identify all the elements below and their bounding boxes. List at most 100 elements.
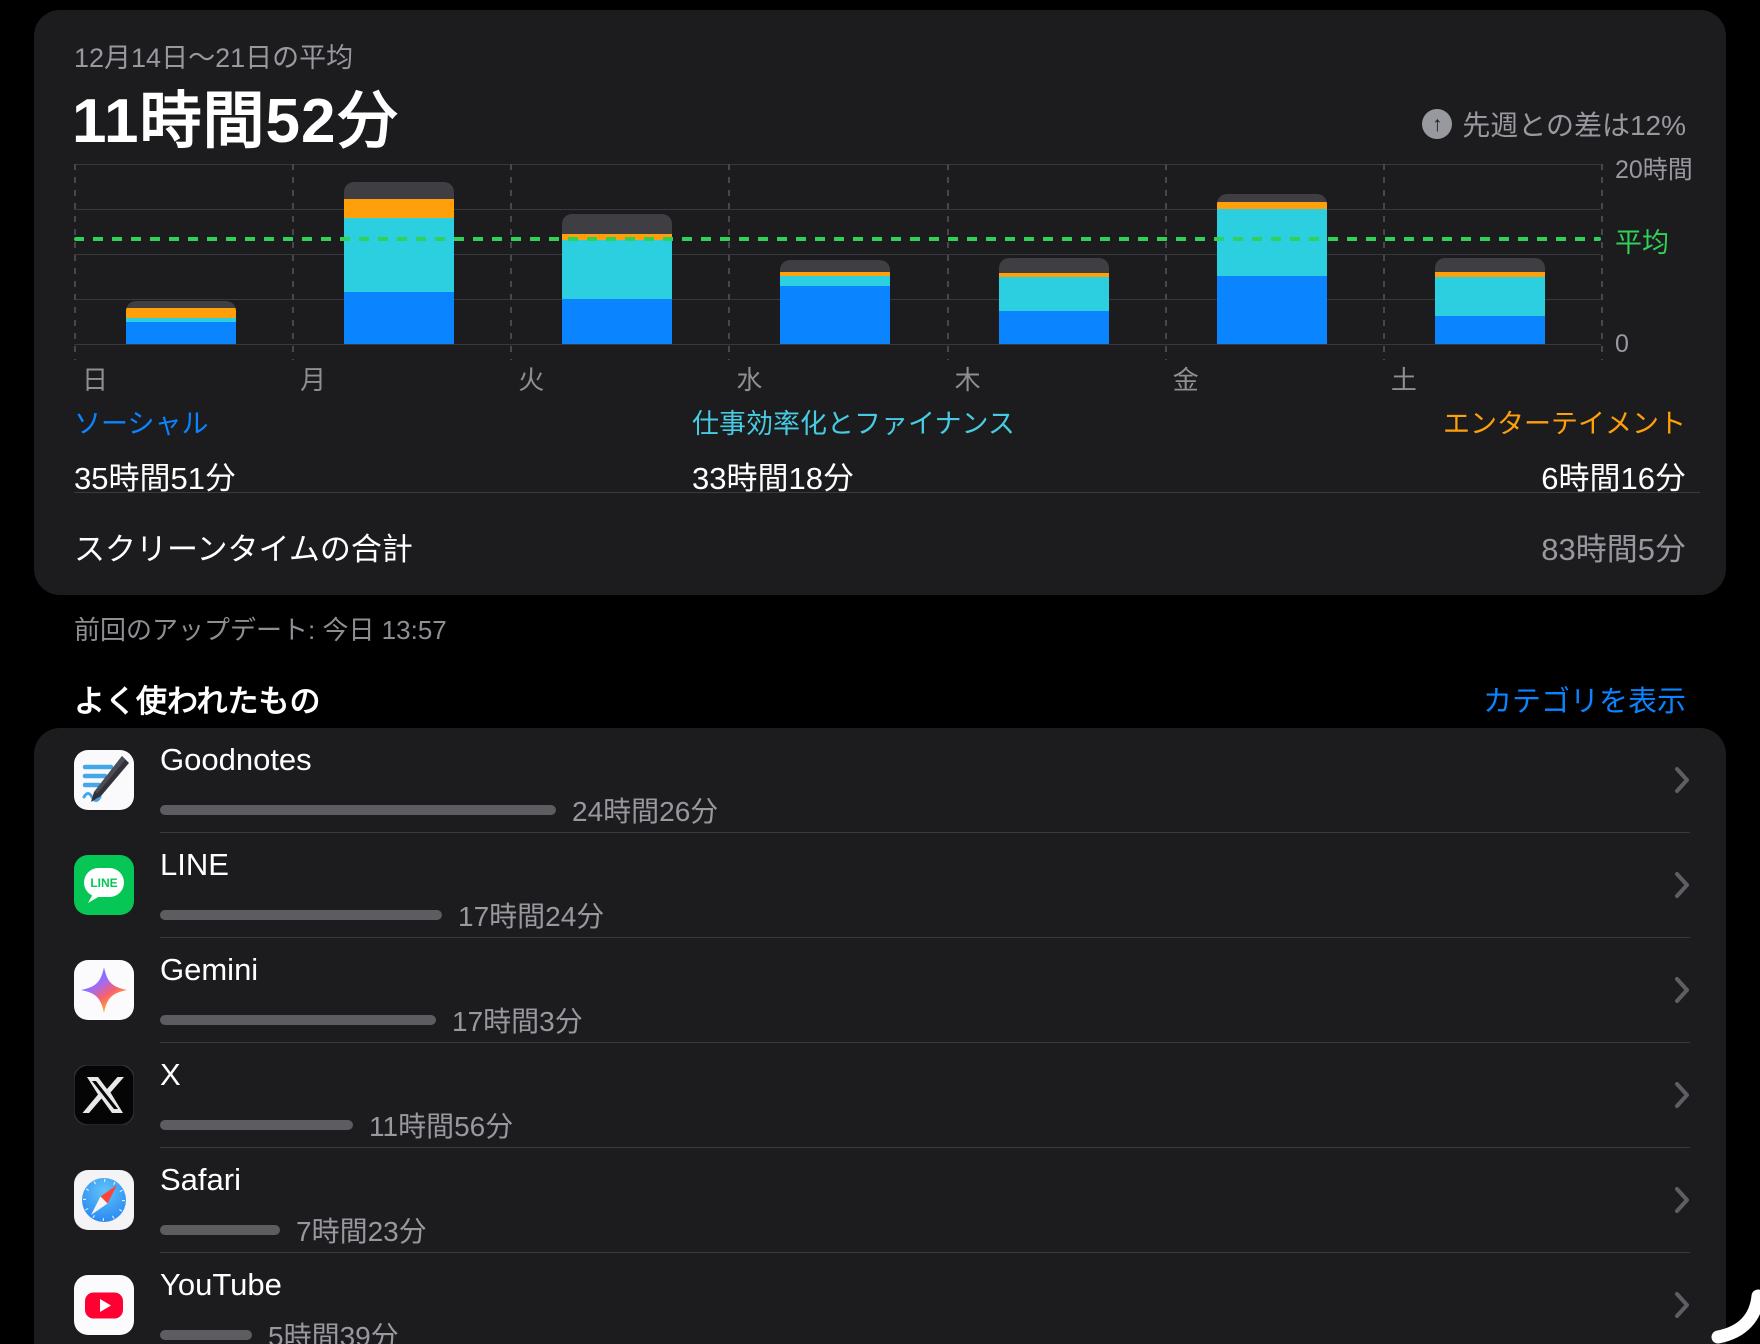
bar-segment [1217,194,1327,202]
most-used-apps-card: Goodnotes 24時間26分 LINE LINE 17時間24分 [34,728,1726,1344]
total-screen-time-value: 83時間5分 [1541,524,1686,569]
bar-segment [1435,258,1545,272]
usage-bar [160,910,442,920]
legend-entertainment-name: エンターテイメント [1443,402,1686,441]
day-label: 水 [736,360,762,397]
gridline-vertical [510,164,512,360]
gemini-icon [74,960,134,1020]
bar-segment [780,276,890,287]
average-line-label: 平均 [1615,221,1669,260]
app-row-line[interactable]: LINE LINE 17時間24分 [34,833,1726,938]
week-delta: ↑ 先週との差は12% [1422,104,1686,144]
legend-productivity: 仕事効率化とファイナンス 33時間18分 [692,402,1015,498]
gridline-vertical [728,164,730,360]
chevron-right-icon [1674,871,1690,904]
average-time-value: 11時間52分 [72,70,400,160]
bar-segment [780,260,890,272]
bar-segment [344,199,454,218]
day-label: 木 [955,360,981,397]
bar-segment [999,277,1109,310]
day-label: 月 [300,360,326,397]
gridline-horizontal [74,254,1601,255]
app-time: 24時間26分 [572,790,718,830]
gridline-horizontal [74,164,1601,165]
app-time: 7時間23分 [296,1210,427,1250]
usage-bar [160,1225,280,1235]
day-bar-7 [1435,258,1545,344]
bar-segment [126,322,236,344]
svg-text:LINE: LINE [90,876,117,890]
bar-segment [999,311,1109,344]
gridline-horizontal [74,209,1601,210]
app-row-x[interactable]: X 11時間56分 [34,1043,1726,1148]
app-name: Gemini [160,952,258,988]
day-label: 土 [1391,360,1417,397]
legend-social: ソーシャル 35時間51分 [74,402,236,498]
legend-social-name: ソーシャル [74,402,236,441]
legend-productivity-name: 仕事効率化とファイナンス [692,402,1015,441]
app-name: Safari [160,1162,241,1198]
day-label: 金 [1173,360,1199,397]
goodnotes-icon [74,750,134,810]
chevron-right-icon [1674,976,1690,1009]
gridline-vertical [74,164,76,360]
show-categories-link[interactable]: カテゴリを表示 [1483,678,1686,720]
gridline-vertical [292,164,294,360]
bar-segment [562,299,672,344]
bar-segment [1435,316,1545,344]
day-bar-2 [344,182,454,344]
chevron-right-icon [1674,766,1690,799]
gridline-vertical [947,164,949,360]
chevron-right-icon [1674,1291,1690,1324]
app-time: 17時間24分 [458,895,604,935]
day-bar-6 [1217,194,1327,344]
usage-bar [160,1330,252,1340]
app-row-youtube[interactable]: YouTube 5時間39分 [34,1253,1726,1344]
bar-segment [999,258,1109,273]
average-line [74,237,1601,241]
bar-segment [1435,277,1545,317]
usage-bar [160,805,556,815]
week-delta-label: 先週との差は12% [1462,104,1686,144]
app-time: 11時間56分 [369,1105,513,1145]
bar-segment [126,301,236,308]
gridline-vertical [1383,164,1385,360]
app-name: Goodnotes [160,742,312,778]
day-bar-3 [562,214,672,344]
youtube-icon [74,1275,134,1335]
total-screen-time-row: スクリーンタイムの合計 83時間5分 [74,524,1686,569]
app-time: 17時間3分 [452,1000,583,1040]
bar-segment [562,240,672,299]
gridline-vertical [1165,164,1167,360]
gridline-vertical [1601,164,1603,360]
app-row-goodnotes[interactable]: Goodnotes 24時間26分 [34,728,1726,833]
bar-segment [344,292,454,344]
screen-time-summary-card: 12月14日〜21日の平均 11時間52分 ↑ 先週との差は12% 20時間 平… [34,10,1726,595]
bar-segment [344,182,454,199]
chevron-right-icon [1674,1081,1690,1114]
usage-bar-chart: 20時間 平均 0 日月火水木金土 [74,164,1601,344]
app-time: 5時間39分 [268,1315,399,1344]
chevron-right-icon [1674,1186,1690,1219]
gridline-horizontal [74,344,1601,345]
bar-segment [1217,202,1327,209]
arrow-up-circle-icon: ↑ [1422,109,1452,139]
app-name: YouTube [160,1267,282,1303]
day-bar-5 [999,258,1109,344]
total-screen-time-label: スクリーンタイムの合計 [74,524,413,569]
divider [74,492,1700,493]
day-bar-4 [780,260,890,344]
handwriting-arc [1690,1288,1760,1344]
last-update-note: 前回のアップデート: 今日 13:57 [74,610,447,647]
app-row-gemini[interactable]: Gemini 17時間3分 [34,938,1726,1043]
usage-bar [160,1120,353,1130]
app-row-safari[interactable]: Safari 7時間23分 [34,1148,1726,1253]
x-icon [74,1065,134,1125]
bar-segment [344,218,454,292]
y-axis-max-label: 20時間 [1615,150,1693,186]
screen-time-page: 12月14日〜21日の平均 11時間52分 ↑ 先週との差は12% 20時間 平… [0,0,1760,1344]
bar-segment [1217,276,1327,344]
day-label: 日 [82,360,108,397]
app-name: X [160,1057,181,1093]
legend-entertainment: エンターテイメント 6時間16分 [1443,402,1686,498]
